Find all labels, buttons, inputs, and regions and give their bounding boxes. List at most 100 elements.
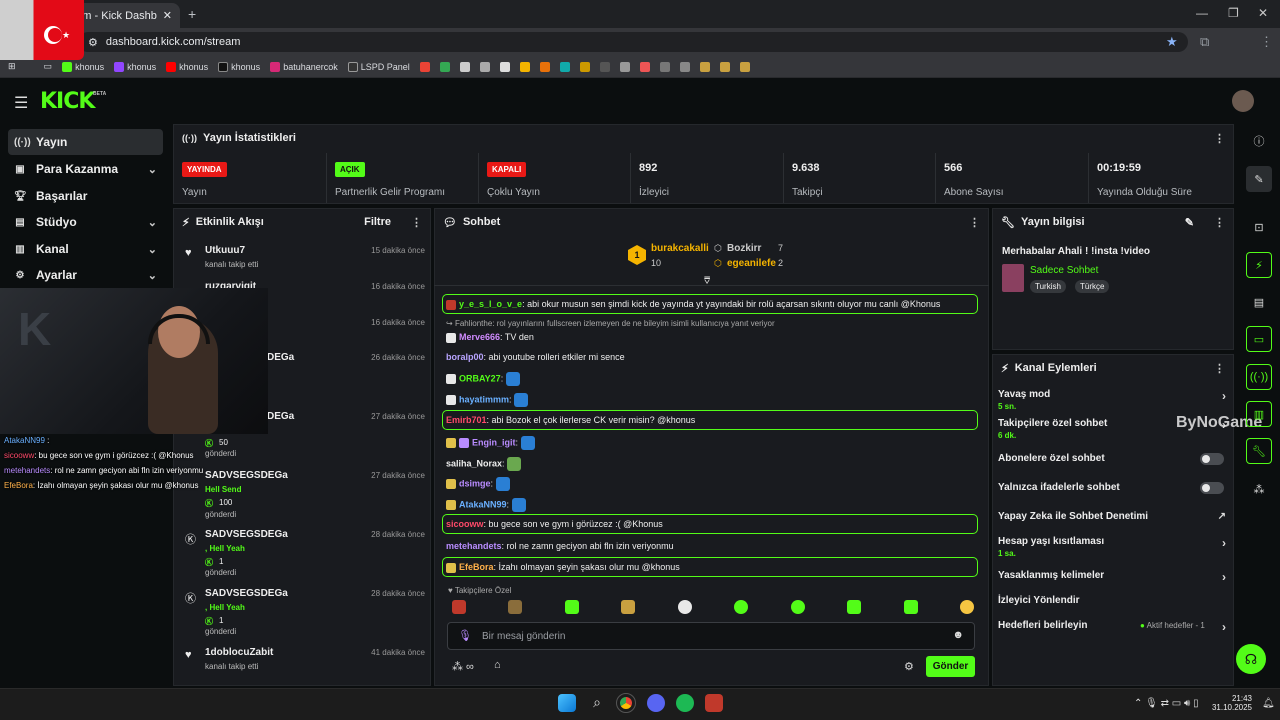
bookmark-item[interactable] [699, 61, 710, 72]
tag[interactable]: Türkçe [1075, 280, 1110, 293]
broadcast-icon[interactable]: ((·)) [1246, 364, 1272, 390]
goals-row[interactable]: Hedefleri belirleyin ● Aktif hedefler - 1… [998, 620, 1228, 634]
bookmark-item[interactable] [579, 61, 590, 72]
subscribers-chat-toggle[interactable] [1200, 453, 1224, 465]
emote[interactable] [903, 600, 918, 614]
bookmark-instagram[interactable]: batuhanercok [270, 61, 338, 72]
subscribers-chat-row[interactable]: Abonelere özel sohbet [998, 453, 1228, 465]
bookmark-gmail-2[interactable] [439, 61, 450, 72]
emote[interactable] [508, 600, 523, 614]
minimize-button[interactable]: — [1196, 6, 1208, 20]
microphone-icon[interactable]: 🎙︎ [458, 629, 472, 642]
bookmark-youtube[interactable]: khonus [166, 61, 208, 72]
maximize-button[interactable]: ❐ [1228, 6, 1239, 20]
bookmark-item[interactable] [499, 61, 510, 72]
raid-row[interactable]: İzleyici Yönlendir [998, 595, 1228, 606]
filter-button[interactable]: Filtre [364, 216, 391, 228]
site-info-icon[interactable]: ⚙ [88, 36, 98, 49]
wrench-icon[interactable]: 🔧︎ [1246, 438, 1272, 464]
sidebar-item-para-kazanma[interactable]: ▣ Para Kazanma ⌄ [8, 156, 163, 182]
banned-words-row[interactable]: Yasaklanmış kelimeler › [998, 570, 1228, 584]
bookmark-item[interactable] [739, 61, 750, 72]
windows-start-icon[interactable] [558, 694, 576, 712]
chat-message[interactable]: Emirb701: abi Bozok el çok ilerlerse CK … [446, 415, 695, 425]
more-options-icon[interactable]: ⋮ [1214, 216, 1225, 229]
more-options-icon[interactable]: ⋮ [411, 216, 422, 229]
emote[interactable] [847, 600, 862, 614]
bookmark-item[interactable] [599, 61, 610, 72]
screenshot-icon[interactable]: ⊡ [1246, 214, 1272, 240]
chat-message[interactable]: EfeBora: İzahı olmayan şeyin şakası olur… [446, 562, 680, 573]
account-age-row[interactable]: Hesap yaşı kısıtlaması 1 sa. › [998, 536, 1228, 558]
emoji-icon[interactable]: ☻ [952, 629, 964, 641]
bookmark-item[interactable] [479, 61, 490, 72]
more-options-icon[interactable]: ⋮ [969, 216, 980, 229]
emote[interactable] [790, 600, 805, 614]
bookmark-item[interactable] [639, 61, 650, 72]
bookmark-kick[interactable]: khonus [62, 61, 104, 72]
discord-icon[interactable] [647, 694, 665, 712]
close-tab-icon[interactable]: ✕ [163, 9, 172, 22]
sidebar-item-studyo[interactable]: ▤ Stüdyo ⌄ [8, 209, 163, 235]
chat-message[interactable]: y_e_s_l_o_v_e: abi okur musun sen şimdi … [446, 299, 940, 310]
bookmark-item[interactable] [459, 61, 470, 72]
new-tab-button[interactable]: + [188, 6, 196, 22]
clock[interactable]: 21:43 31.10.2025 [1210, 694, 1252, 712]
folder-icon[interactable]: ▭ [44, 61, 53, 72]
address-bar[interactable]: ⚙ dashboard.kick.com/stream [78, 32, 1188, 52]
chat-message[interactable]: Merve666: TV den [446, 332, 534, 343]
emote[interactable] [564, 600, 579, 614]
chat-message[interactable]: Engin_igit: [446, 436, 535, 450]
chat-input[interactable]: 🎙︎ Bir mesaj gönderin ☻ [447, 622, 975, 650]
more-options-icon[interactable]: ⋮ [1214, 362, 1225, 375]
sidebar-item-kanal[interactable]: ▥ Kanal ⌄ [8, 236, 163, 262]
gear-icon[interactable]: ⚙ [904, 660, 914, 673]
chat-message[interactable]: saliha_Norax: [446, 457, 522, 471]
chat-message[interactable]: boralp00: abi youtube rolleri etkiler mi… [446, 352, 625, 362]
bookmark-gmail[interactable] [419, 61, 430, 72]
slow-mode-row[interactable]: Yavaş mod 5 sn. › [998, 389, 1228, 411]
document-icon[interactable]: ▤ [1246, 289, 1272, 315]
emote[interactable] [621, 600, 636, 614]
chat-icon[interactable]: ▭ [1246, 326, 1272, 352]
chat-message[interactable]: ORBAY27: [446, 372, 520, 386]
ai-moderation-row[interactable]: Yapay Zeka ile Sohbet Denetimi ↗ [998, 511, 1228, 522]
chat-message[interactable]: metehandets: rol ne zamn geciyon abi fln… [446, 541, 674, 551]
bookmark-x[interactable]: khonus [218, 61, 260, 72]
stream-category[interactable]: Sadece Sohbet [1030, 265, 1098, 276]
edit-icon[interactable]: ✎ [1185, 216, 1194, 229]
menu-icon[interactable]: ☰ [14, 93, 28, 113]
bookmark-star-icon[interactable]: ★ [1166, 34, 1178, 50]
bookmark-lspd[interactable]: LSPD Panel [347, 61, 410, 72]
chat-message[interactable]: AtakaNN99: [446, 498, 526, 512]
emote[interactable] [959, 600, 974, 614]
bookmark-item[interactable] [619, 61, 630, 72]
sidebar-item-yayin[interactable]: ((·)) Yayın [8, 129, 163, 155]
browser-menu-icon[interactable]: ⋮ [1260, 34, 1273, 50]
pencil-icon[interactable]: ✎ [1246, 166, 1272, 192]
emote[interactable] [734, 600, 749, 614]
support-headset-icon[interactable]: ☊ [1236, 644, 1266, 674]
send-button[interactable]: Gönder [926, 656, 975, 677]
app-icon[interactable] [705, 694, 723, 712]
system-tray-icons[interactable]: ⌃ 🎙︎ ⇄ ▭ 🔊︎ ▯ [1134, 698, 1199, 709]
emote-only-row[interactable]: Yalnızca ifadelerle sohbet [998, 482, 1228, 494]
bookmark-twitch[interactable]: khonus [114, 61, 156, 72]
apps-icon[interactable]: ⊞ [8, 61, 16, 72]
chat-message[interactable]: sicooww: bu gece son ve gym i görüzcez :… [446, 519, 663, 529]
bookmark-item[interactable] [679, 61, 690, 72]
emote-only-toggle[interactable] [1200, 482, 1224, 494]
stack-icon[interactable]: ▥ [1246, 401, 1272, 427]
sidebar-item-basarilar[interactable]: 🏆︎ Başarılar [8, 183, 163, 209]
info-icon[interactable]: ⓘ [1246, 128, 1272, 154]
lightning-icon[interactable]: ⚡︎ [1246, 252, 1272, 278]
settings-dots-icon[interactable]: ⁂ ∞ [452, 660, 474, 673]
bookmark-item[interactable] [539, 61, 550, 72]
bookmark-item[interactable] [559, 61, 570, 72]
chat-message[interactable]: dsimge: [446, 477, 510, 491]
avatar[interactable] [1232, 90, 1254, 112]
sidebar-item-ayarlar[interactable]: ⚙ Ayarlar ⌄ [8, 262, 163, 288]
kick-logo[interactable]: KICK [40, 89, 95, 114]
close-window-button[interactable]: ✕ [1258, 6, 1268, 20]
bookmark-item[interactable] [719, 61, 730, 72]
